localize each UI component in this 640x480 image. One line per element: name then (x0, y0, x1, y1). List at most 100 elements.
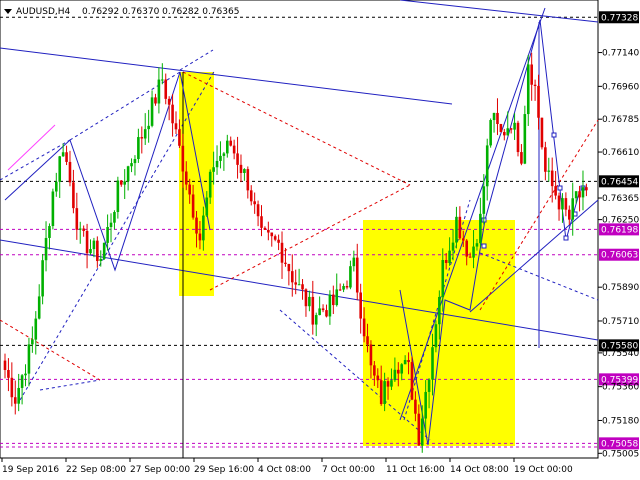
time-tick-label: 14 Oct 08:00 (450, 465, 509, 475)
candle-body (273, 236, 277, 240)
candle-body (441, 259, 445, 297)
candle-body (20, 375, 24, 388)
candle-body (526, 64, 530, 115)
candle-body (130, 163, 133, 167)
candle-body (260, 216, 263, 228)
candle-body (352, 257, 356, 267)
candle-body (13, 397, 17, 404)
candle-body (523, 114, 527, 164)
ohlc-label: 0.76292 0.76370 0.76282 0.76365 (82, 7, 239, 17)
candle-body (574, 191, 578, 199)
candle-body (181, 145, 185, 172)
candle-body (147, 125, 150, 130)
candle-body (51, 191, 55, 227)
price-tick-label: 0.76365 (602, 194, 639, 204)
candle-body (386, 381, 390, 387)
candle-body (318, 308, 321, 316)
candle-body (263, 227, 267, 230)
price-tick-label: 0.75180 (602, 416, 639, 426)
level-label: 0.76198 (601, 225, 638, 235)
candle-body (506, 128, 510, 136)
candle-body (92, 240, 96, 250)
chart-root: 0.77328 0.76454 0.76198 0.76063 0.75580 0.753… (0, 0, 640, 480)
candle-body (116, 180, 120, 213)
candle-body (267, 229, 270, 233)
candle-body (284, 262, 287, 264)
candle-body (482, 186, 486, 214)
candle-body (403, 359, 407, 365)
candle-body (581, 187, 585, 198)
candle-body (106, 227, 109, 243)
candle-body (311, 296, 315, 325)
candle-body (393, 369, 397, 381)
candle-body (308, 296, 311, 307)
level-label: 0.76454 (601, 177, 638, 187)
candle-body (489, 120, 492, 146)
candle-body (253, 201, 256, 205)
candle (489, 118, 492, 148)
candle-body (434, 324, 438, 348)
candle-body (513, 122, 516, 130)
candle-body (75, 208, 79, 230)
candle-body (154, 97, 157, 104)
candle-body (345, 286, 349, 288)
candle-body (270, 232, 274, 237)
price-tick-label: 0.75005 (602, 449, 639, 459)
candle-body (82, 228, 85, 231)
time-tick-label: 19 Oct 00:00 (514, 465, 573, 475)
candle-body (287, 263, 291, 272)
candle-body (461, 238, 465, 241)
candle-body (431, 347, 434, 380)
candle-body (44, 237, 48, 261)
candle-body (140, 137, 144, 139)
candle-body (198, 233, 202, 241)
candle-body (164, 79, 168, 99)
candle-body (362, 318, 366, 337)
candle-body (458, 216, 462, 239)
candle-body (533, 84, 537, 86)
candle-body (417, 413, 421, 446)
candle-body (205, 197, 209, 216)
candle-body (232, 145, 236, 154)
candle-body (10, 377, 14, 398)
candle-body (571, 198, 575, 220)
candle-body (280, 242, 284, 263)
candle-body (41, 260, 44, 297)
candle-body (89, 249, 92, 254)
candle-body (366, 336, 369, 345)
candle-body (420, 418, 424, 446)
candle-body (520, 152, 523, 164)
candle-body (161, 79, 164, 81)
price-tick-label: 0.75540 (602, 349, 639, 359)
candle-body (448, 250, 451, 263)
candle-body (249, 190, 253, 202)
candle-body (301, 284, 304, 290)
candle-body (390, 380, 393, 387)
candle-body (355, 257, 359, 293)
candle-body (578, 191, 581, 198)
candle-body (383, 381, 386, 405)
candle-body (65, 152, 68, 162)
candle-body (55, 181, 58, 192)
candle-body (492, 112, 496, 121)
candle-body (239, 164, 243, 173)
candle-body (171, 104, 174, 124)
candle-body (226, 140, 229, 154)
candle-body (321, 308, 325, 311)
candle-body (297, 284, 301, 286)
candle-body (424, 391, 427, 419)
candle-body (219, 155, 222, 161)
candle-body (349, 266, 352, 288)
time-tick-label: 22 Sep 08:00 (66, 465, 126, 475)
candle-body (58, 156, 62, 182)
candle-body (48, 226, 51, 238)
candle-body (304, 289, 308, 307)
time-tick-label: 11 Oct 16:00 (386, 465, 445, 475)
candle-body (37, 296, 41, 319)
level-label: 0.77328 (601, 13, 638, 23)
candle-body (499, 124, 503, 133)
price-chart[interactable]: 0.773280.764540.761980.760630.755800.753… (0, 0, 640, 480)
candle-body (537, 85, 540, 118)
wave-node (563, 235, 569, 241)
time-tick-label: 4 Oct 08:00 (258, 465, 311, 475)
